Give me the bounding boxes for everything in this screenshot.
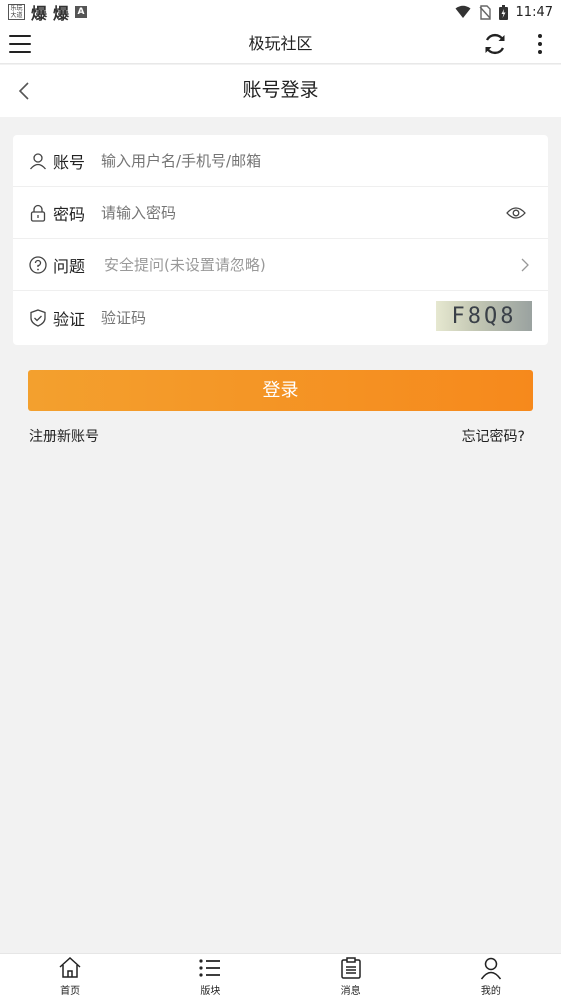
captcha-image[interactable]: F8Q8: [436, 301, 532, 331]
password-label: 密码: [53, 204, 86, 224]
account-label: 账号: [53, 152, 86, 172]
nav-item-home[interactable]: 首页: [0, 954, 140, 999]
account-input[interactable]: [101, 151, 461, 170]
question-label: 问题: [53, 256, 86, 276]
notification-glyph-1: 爆: [31, 4, 48, 23]
register-link[interactable]: 注册新账号: [29, 426, 99, 446]
status-bar: 乐玩大道 爆 爆 A 11:47: [0, 0, 561, 24]
lock-icon: [30, 204, 46, 222]
page-title: 账号登录: [242, 79, 319, 101]
list-icon: [199, 959, 221, 977]
status-left: 乐玩大道 爆 爆 A: [8, 0, 88, 24]
message-icon: [340, 957, 361, 979]
no-sim-icon: [479, 4, 491, 20]
nav-item-profile[interactable]: 我的: [421, 954, 561, 999]
nav-item-boards[interactable]: 版块: [140, 954, 280, 999]
notification-glyph-2: 爆: [53, 4, 70, 23]
home-icon: [59, 956, 81, 978]
verify-label: 验证: [53, 310, 86, 329]
shield-icon: [30, 309, 46, 327]
user-icon: [480, 957, 501, 980]
status-time: 11:47: [515, 4, 553, 20]
nav-label-messages: 消息: [340, 986, 361, 997]
user-icon: [30, 152, 46, 169]
login-form: 账号 密码 问题 安全提问(未设置请忽略) 验证 F8Q8: [13, 135, 548, 345]
page-header: 账号登录: [0, 65, 561, 117]
notification-badge-icon: A: [75, 6, 88, 18]
eye-icon[interactable]: [506, 205, 526, 221]
captcha-input[interactable]: [101, 309, 401, 327]
app-title: 极玩社区: [248, 34, 313, 53]
nav-item-messages[interactable]: 消息: [281, 954, 421, 999]
verify-row: 验证 F8Q8: [13, 291, 548, 345]
status-right: 11:47: [455, 4, 553, 20]
nav-label-profile: 我的: [480, 986, 501, 997]
wifi-icon: [455, 5, 471, 18]
app-top-bar: 极玩社区: [0, 24, 561, 64]
forgot-password-link[interactable]: 忘记密码?: [462, 426, 525, 446]
chevron-right-icon: [521, 258, 529, 271]
account-row: 账号: [13, 135, 548, 187]
refresh-icon[interactable]: [482, 31, 508, 57]
login-button[interactable]: 登录: [28, 370, 533, 411]
password-input[interactable]: [101, 203, 461, 222]
nav-label-boards: 版块: [200, 986, 221, 997]
password-row: 密码: [13, 187, 548, 239]
battery-icon: [498, 4, 508, 20]
nav-label-home: 首页: [60, 986, 81, 997]
question-row[interactable]: 问题 安全提问(未设置请忽略): [13, 239, 548, 291]
app-notification-icon: 乐玩大道: [8, 4, 25, 20]
question-icon: [29, 255, 47, 274]
question-select[interactable]: 安全提问(未设置请忽略): [104, 254, 464, 275]
more-options-icon[interactable]: [530, 32, 550, 56]
bottom-nav: 首页 版块 消息 我的: [0, 953, 561, 999]
